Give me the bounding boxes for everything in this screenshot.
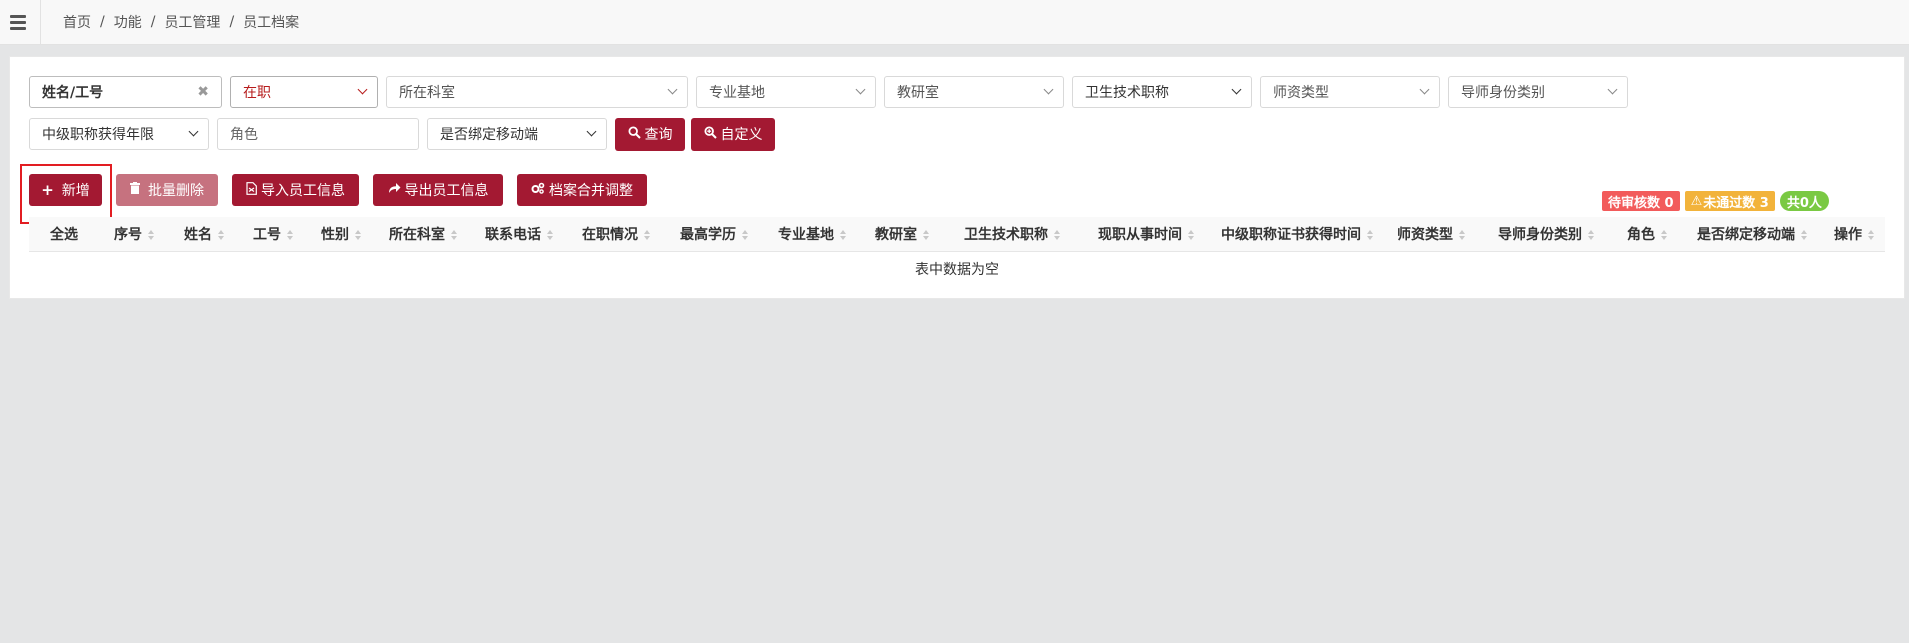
chevron-down-icon — [357, 84, 368, 95]
col-header-phone[interactable]: 联系电话 — [471, 217, 567, 252]
main-panel: 姓名/工号 ✖ 在职 所在科室 专业基地 教研室 卫生技术职称 师资类型 导师身… — [9, 56, 1905, 299]
mentor-type-select[interactable]: 导师身份类别 — [1448, 76, 1628, 108]
chevron-down-icon — [855, 84, 866, 95]
sort-icon — [218, 229, 224, 240]
sort-icon — [1188, 229, 1194, 240]
top-bar: 首页 / 功能 / 员工管理 / 员工档案 — [0, 0, 1909, 45]
staff-table: 全选 序号 姓名 工号 性别 所在科室 联系电话 在职情况 最高学历 专业基地 … — [29, 217, 1885, 286]
search-icon — [627, 125, 641, 143]
select-all-header[interactable]: 全选 — [29, 217, 99, 252]
breadcrumb-function[interactable]: 功能 — [114, 12, 142, 32]
merge-archive-button[interactable]: 档案合并调整 — [517, 174, 647, 206]
sort-icon — [287, 229, 293, 240]
col-header-actions[interactable]: 操作 — [1823, 217, 1885, 252]
batch-delete-button[interactable]: 批量删除 — [116, 174, 218, 206]
breadcrumb-staff-management[interactable]: 员工管理 — [164, 12, 220, 32]
tech-title-select[interactable]: 卫生技术职称 — [1072, 76, 1252, 108]
name-id-search-input[interactable]: 姓名/工号 ✖ — [29, 76, 222, 108]
col-header-mobile-bind[interactable]: 是否绑定移动端 — [1681, 217, 1823, 252]
breadcrumb-staff-archive: 员工档案 — [243, 15, 300, 31]
sort-icon — [644, 229, 650, 240]
file-import-icon — [246, 181, 257, 199]
breadcrumb-home[interactable]: 首页 — [63, 12, 91, 32]
role-input[interactable]: 角色 — [217, 118, 419, 150]
chevron-down-icon — [1043, 84, 1054, 95]
col-header-current-job-time[interactable]: 现职从事时间 — [1081, 217, 1211, 252]
col-header-index[interactable]: 序号 — [99, 217, 169, 252]
col-header-department[interactable]: 所在科室 — [375, 217, 471, 252]
table-empty-row: 表中数据为空 — [29, 251, 1885, 286]
export-staff-button[interactable]: 导出员工信息 — [373, 174, 503, 206]
sort-icon — [451, 229, 457, 240]
sort-icon — [355, 229, 361, 240]
topbar-divider — [40, 0, 41, 44]
chevron-down-icon — [667, 84, 678, 95]
sort-icon — [1367, 229, 1373, 240]
sort-icon — [1459, 229, 1465, 240]
menu-toggle-icon[interactable] — [0, 0, 36, 44]
stats-badges: 待审核数 0 ⚠ 未通过数 3 共0人 — [1602, 191, 1834, 211]
col-header-education[interactable]: 最高学历 — [665, 217, 763, 252]
chevron-down-icon — [586, 126, 597, 137]
share-icon — [388, 182, 401, 198]
rejected-count-badge[interactable]: ⚠ 未通过数 3 — [1684, 191, 1775, 211]
breadcrumb: 首页 / 功能 / 员工管理 / 员工档案 — [63, 12, 300, 32]
col-header-teacher-type[interactable]: 师资类型 — [1383, 217, 1479, 252]
zoom-in-icon — [703, 125, 717, 143]
sort-icon — [1868, 229, 1874, 240]
empty-message: 表中数据为空 — [915, 261, 999, 278]
col-header-gender[interactable]: 性别 — [307, 217, 375, 252]
chevron-down-icon — [1419, 84, 1430, 95]
sort-icon — [742, 229, 748, 240]
warning-icon: ⚠ — [1690, 193, 1703, 209]
action-toolbar: + 新增 批量删除 导入员工信息 导出员工信息 档案合并调整 — [20, 164, 661, 224]
col-header-role[interactable]: 角色 — [1613, 217, 1681, 252]
sort-icon — [840, 229, 846, 240]
chevron-down-icon — [1231, 84, 1242, 95]
gears-icon — [531, 182, 545, 198]
sort-icon — [1588, 229, 1594, 240]
sort-icon — [1801, 229, 1807, 240]
trash-icon — [130, 182, 140, 198]
col-header-mid-title-cert-time[interactable]: 中级职称证书获得时间 — [1211, 217, 1383, 252]
custom-button[interactable]: 自定义 — [691, 117, 775, 151]
sort-icon — [1661, 229, 1667, 240]
sort-icon — [547, 229, 553, 240]
teacher-type-select[interactable]: 师资类型 — [1260, 76, 1440, 108]
table-header-row: 全选 序号 姓名 工号 性别 所在科室 联系电话 在职情况 最高学历 专业基地 … — [29, 217, 1885, 252]
col-header-teaching-office[interactable]: 教研室 — [861, 217, 943, 252]
import-staff-button[interactable]: 导入员工信息 — [232, 174, 359, 206]
highlight-box — [20, 164, 112, 224]
col-header-name[interactable]: 姓名 — [169, 217, 239, 252]
mobile-bind-select[interactable]: 是否绑定移动端 — [427, 118, 607, 150]
col-header-employee-id[interactable]: 工号 — [239, 217, 307, 252]
col-header-specialty-base[interactable]: 专业基地 — [763, 217, 861, 252]
total-count-badge: 共0人 — [1779, 191, 1829, 211]
mid-title-year-select[interactable]: 中级职称获得年限 — [29, 118, 209, 150]
col-header-mentor-type[interactable]: 导师身份类别 — [1479, 217, 1613, 252]
department-select[interactable]: 所在科室 — [386, 76, 688, 108]
sort-icon — [148, 229, 154, 240]
filter-bar: 姓名/工号 ✖ 在职 所在科室 专业基地 教研室 卫生技术职称 师资类型 导师身… — [29, 76, 1899, 151]
chevron-down-icon — [1607, 84, 1618, 95]
employment-status-select[interactable]: 在职 — [230, 76, 378, 108]
col-header-tech-title[interactable]: 卫生技术职称 — [943, 217, 1081, 252]
query-button[interactable]: 查询 — [615, 117, 685, 151]
teaching-office-select[interactable]: 教研室 — [884, 76, 1064, 108]
col-header-employment[interactable]: 在职情况 — [567, 217, 665, 252]
chevron-down-icon — [188, 126, 199, 137]
sort-icon — [923, 229, 929, 240]
sort-icon — [1054, 229, 1060, 240]
specialty-base-select[interactable]: 专业基地 — [696, 76, 876, 108]
clear-icon[interactable]: ✖ — [197, 84, 209, 100]
pending-count-badge[interactable]: 待审核数 0 — [1602, 191, 1680, 211]
